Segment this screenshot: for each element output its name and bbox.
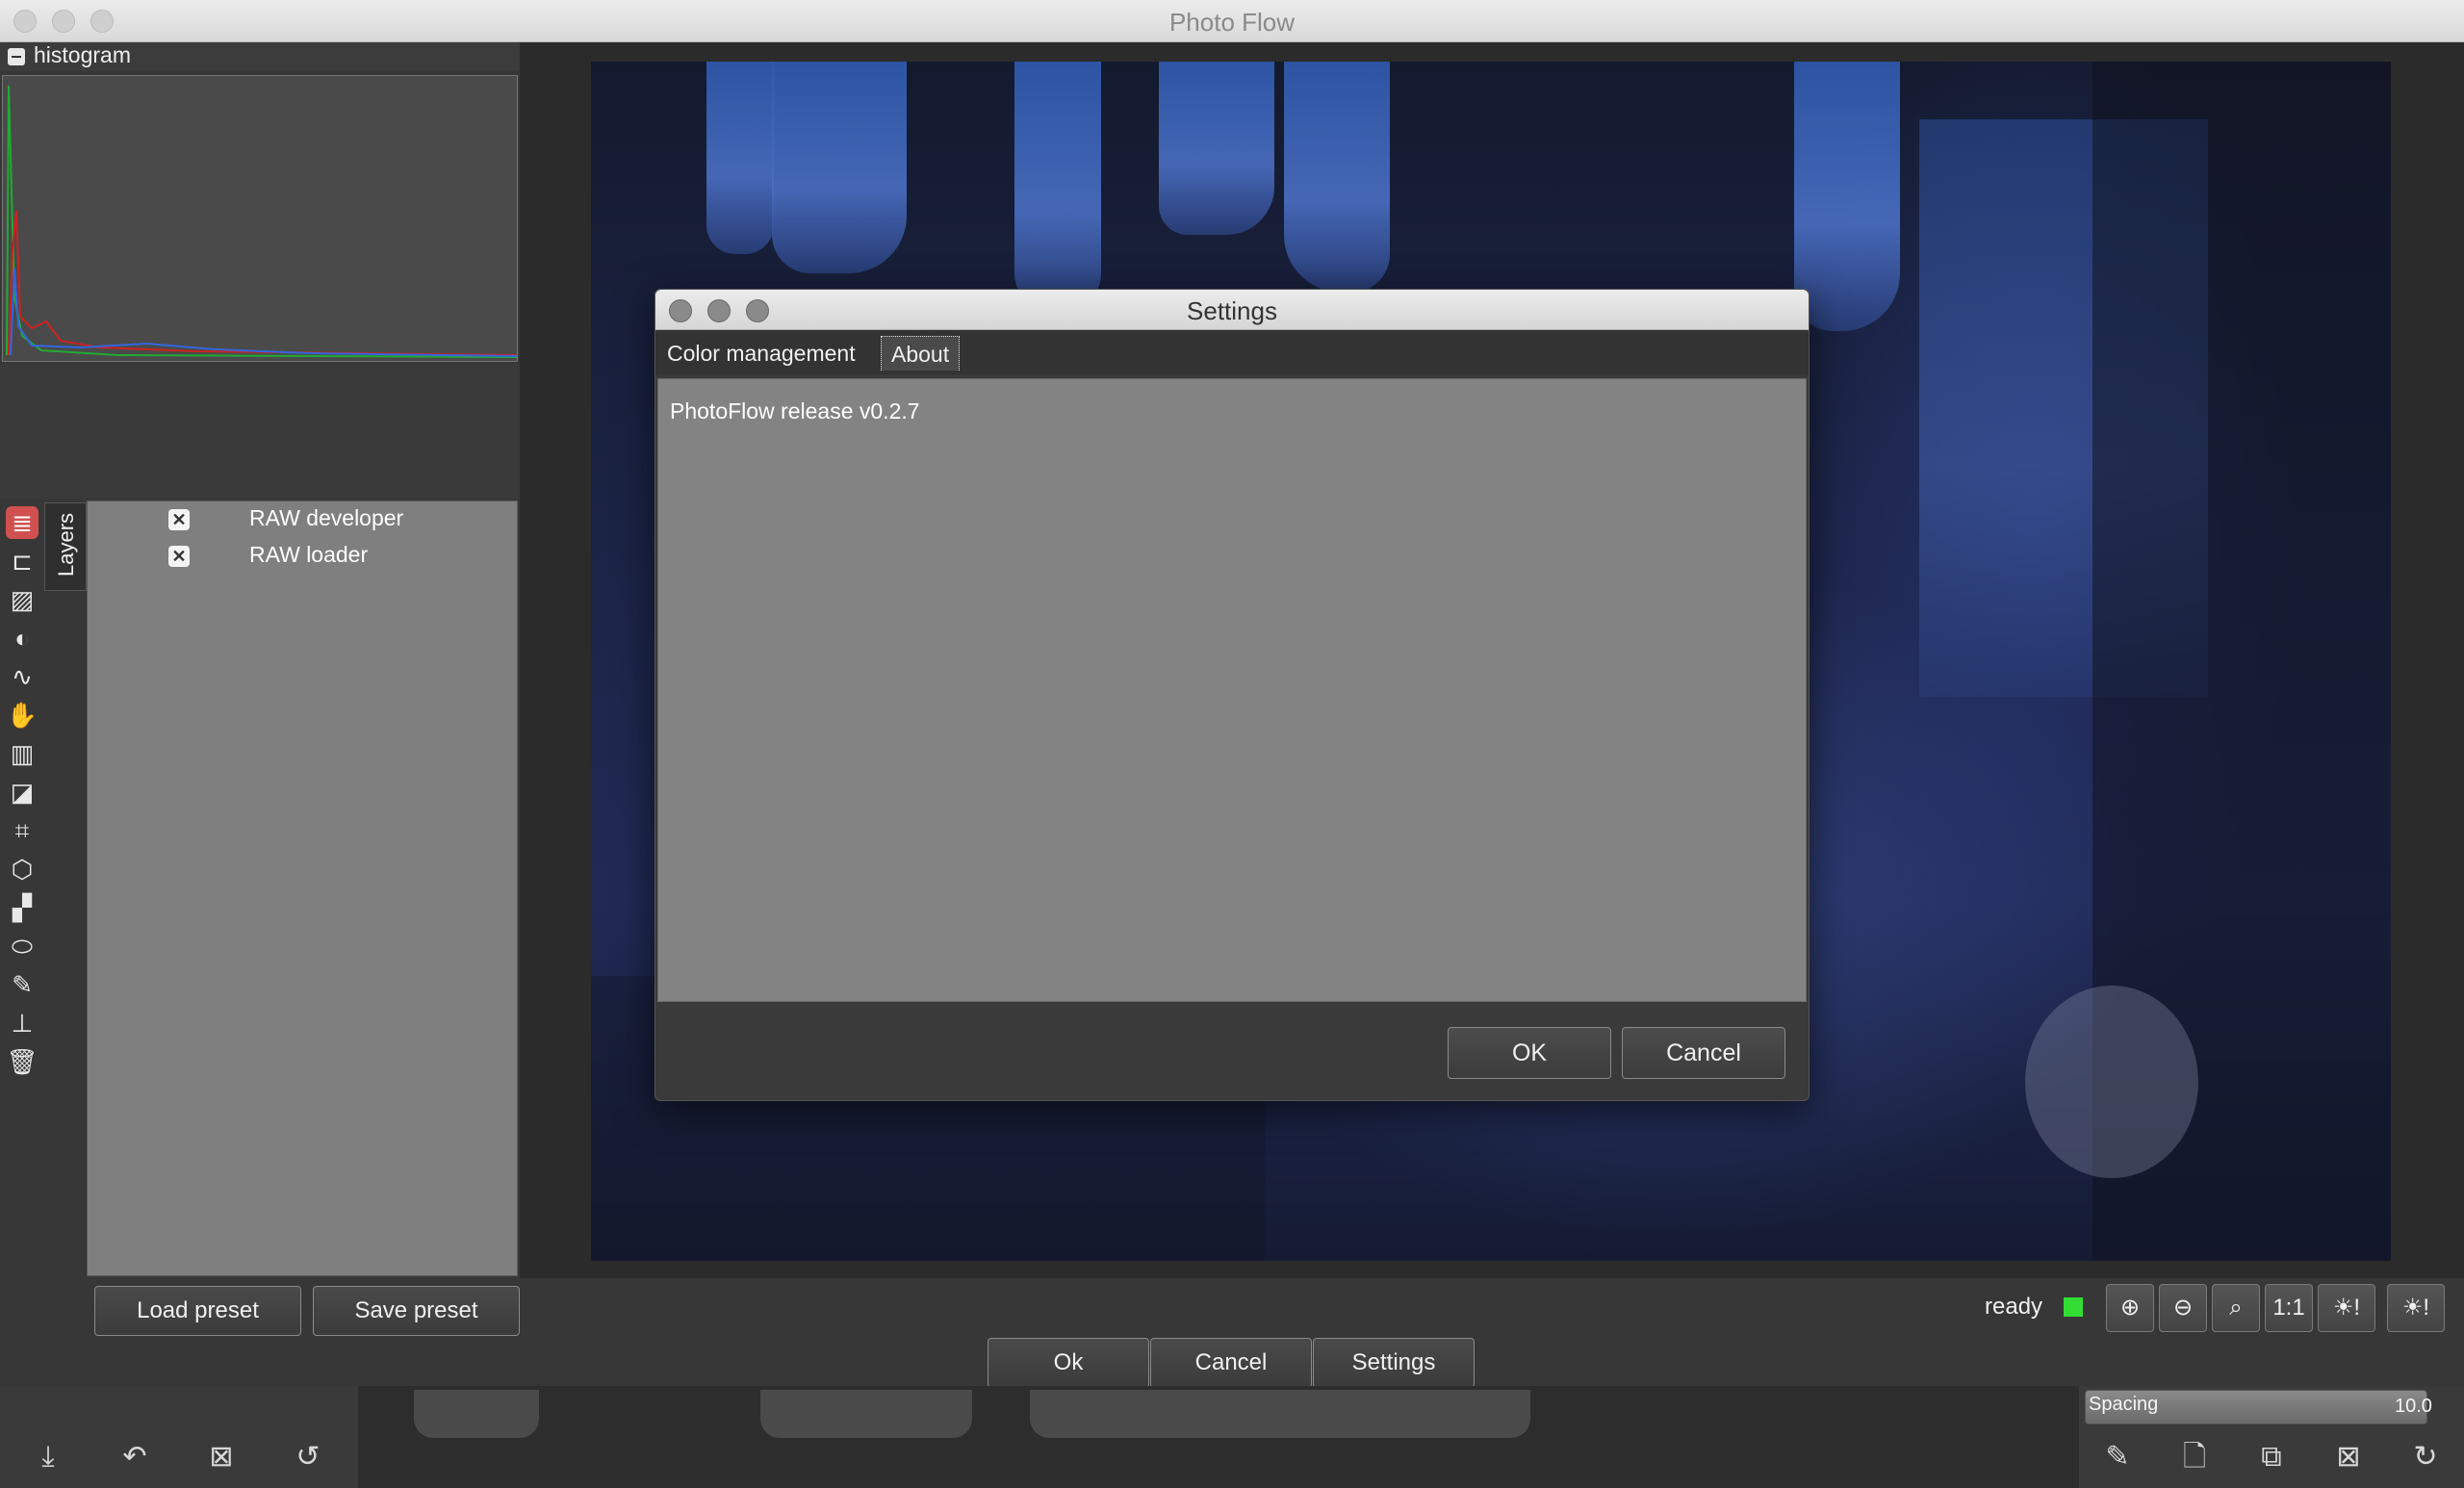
channel-mixer-icon[interactable]: ✋ (6, 699, 38, 731)
gradient-icon[interactable]: ▥ (6, 737, 38, 770)
duplicate-icon[interactable]: ⧉ (2250, 1436, 2293, 1478)
histogram-plot (2, 75, 518, 362)
blur-icon[interactable]: ⬭ (6, 930, 38, 962)
layers-list: ✕ RAW developer ✕ RAW loader (87, 500, 518, 1276)
zoom-fit-icon[interactable]: ⌕ (2212, 1284, 2260, 1332)
trash-icon[interactable]: 🗑 (6, 1045, 38, 1078)
clone-icon[interactable]: ⊥ (6, 1007, 38, 1039)
histogram-curves (6, 85, 518, 358)
tool-strip: ≣ ⊏ ▨ ◐ ∿ ✋ ▥ ◪ ⌗ ⬡ ▞ ⬭ ✎ ⊥ 🗑 (0, 500, 44, 1290)
perspective-icon[interactable]: ⬡ (6, 853, 38, 885)
spacing-label: Spacing (2089, 1394, 2159, 1415)
new-document-icon[interactable]: 🗋 (2173, 1436, 2216, 1478)
tab-color-management[interactable]: Color management (657, 336, 865, 371)
invert-icon[interactable]: ◪ (6, 776, 38, 808)
tab-about[interactable]: About (881, 336, 961, 371)
release-text: PhotoFlow release v0.2.7 (670, 398, 920, 423)
delete-icon[interactable]: ⊠ (2327, 1436, 2370, 1478)
group-icon[interactable]: ⊏ (6, 545, 38, 577)
window-title: Photo Flow (1168, 8, 1296, 37)
left-panel-spacer (0, 364, 520, 499)
dialog-ok-button[interactable]: OK (1448, 1027, 1611, 1079)
shadows-clipping-icon[interactable]: ☀! (2318, 1284, 2375, 1332)
layers-tab-label: Layers (54, 512, 78, 577)
dialog-cancel-button[interactable]: Cancel (1622, 1027, 1785, 1079)
save-icon[interactable]: ⤓ (27, 1436, 69, 1478)
save-preset-button[interactable]: Save preset (313, 1286, 520, 1336)
crop-icon[interactable]: ⌗ (6, 814, 38, 847)
brush-icon[interactable]: ✎ (6, 968, 38, 1001)
dialog-tabs: Color management About (655, 330, 1809, 374)
about-panel: PhotoFlow release v0.2.7 (657, 378, 1807, 1002)
layer-row[interactable]: ✕ RAW developer (88, 501, 517, 538)
histogram-label: histogram (34, 42, 131, 67)
layers-tab[interactable]: Layers (44, 502, 87, 591)
layers-icon[interactable]: ≣ (6, 506, 38, 539)
edit-icon[interactable]: ✎ (2096, 1436, 2139, 1478)
histogram-collapse-toggle[interactable] (8, 48, 25, 65)
curves-icon[interactable]: ∿ (6, 660, 38, 693)
layer-name: RAW developer (249, 505, 404, 530)
layer-enabled-checkbox[interactable]: ✕ (168, 509, 190, 530)
zoom-out-icon[interactable]: ⊖ (2159, 1284, 2207, 1332)
background-shape (760, 1390, 972, 1438)
dialog-titlebar: Settings (655, 290, 1809, 330)
image-icon[interactable]: ▨ (6, 583, 38, 616)
window-titlebar: Photo Flow (0, 0, 2464, 42)
cancel-button[interactable]: Cancel (1150, 1338, 1312, 1388)
zoom-1to1-icon[interactable]: 1:1 (2265, 1284, 2313, 1332)
undo-icon[interactable]: ↶ (114, 1436, 156, 1478)
settings-dialog: Settings Color management About PhotoFlo… (654, 289, 1810, 1101)
highlights-clipping-icon[interactable]: ☀! (2387, 1284, 2445, 1332)
spacing-value: 10.0 (2395, 1396, 2432, 1417)
refresh-icon[interactable]: ↻ (2404, 1436, 2447, 1478)
status-indicator (2064, 1297, 2083, 1317)
background-shape (1030, 1390, 1530, 1438)
background-shape (414, 1390, 539, 1438)
contrast-icon[interactable]: ◐ (6, 622, 38, 654)
dialog-title: Settings (1187, 296, 1277, 325)
status-text: ready (1985, 1294, 2043, 1320)
photoflow-window: Photo Flow histogram ≣ ⊏ ▨ ◐ ∿ ✋ ▥ ◪ ⌗ ⬡… (0, 0, 2464, 1488)
load-preset-button[interactable]: Load preset (94, 1286, 301, 1336)
delete-icon[interactable]: ⊠ (200, 1436, 243, 1478)
layer-enabled-checkbox[interactable]: ✕ (168, 546, 190, 567)
zoom-in-icon[interactable]: ⊕ (2106, 1284, 2154, 1332)
ok-button[interactable]: Ok (988, 1338, 1149, 1388)
layer-row[interactable]: ✕ RAW loader (88, 538, 517, 575)
reset-icon[interactable]: ↺ (287, 1436, 329, 1478)
settings-button[interactable]: Settings (1313, 1338, 1475, 1388)
layer-name: RAW loader (249, 542, 369, 567)
draw-icon[interactable]: ▞ (6, 891, 38, 924)
